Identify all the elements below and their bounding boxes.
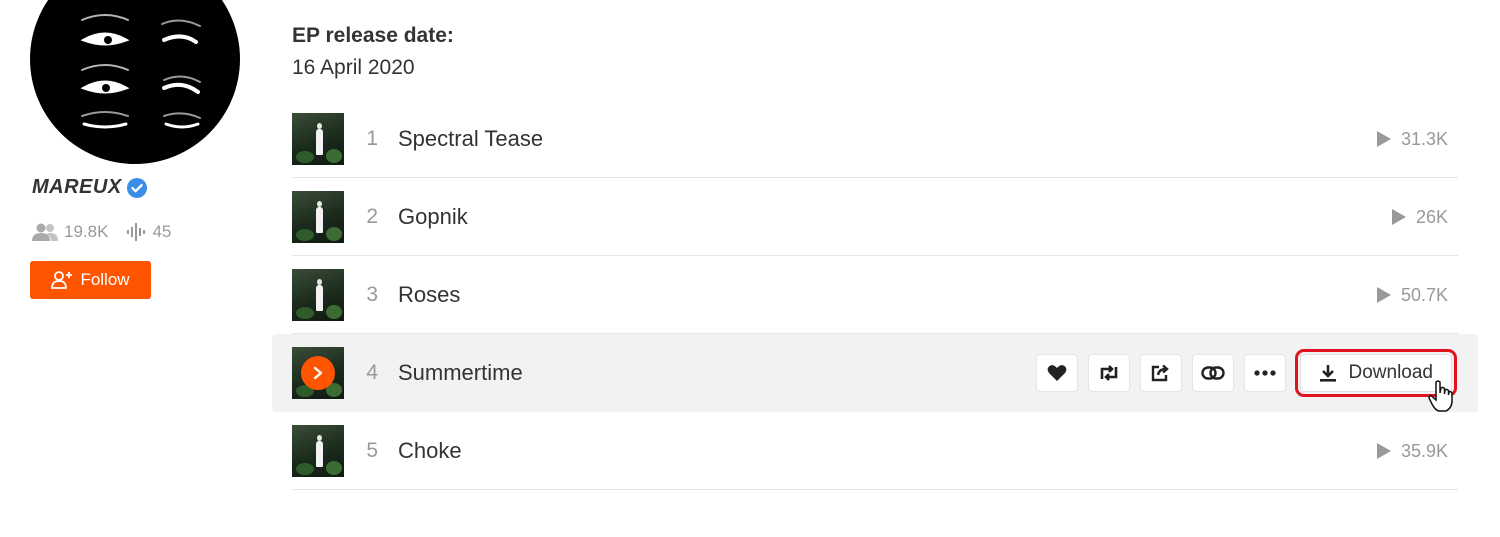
artist-name[interactable]: MAREUX [32, 176, 147, 199]
track-row[interactable]: 1 Spectral Tease 31.3K [272, 100, 1478, 178]
track-title[interactable]: Summertime [398, 360, 1036, 386]
track-row[interactable]: 3 Roses 50.7K [272, 256, 1478, 334]
play-count: 50.7K [1376, 284, 1448, 306]
add-user-icon [51, 271, 73, 289]
play-icon [1376, 443, 1391, 459]
copy-link-button[interactable] [1191, 354, 1234, 392]
track-artwork[interactable] [292, 269, 344, 321]
release-date-value: 16 April 2020 [292, 56, 415, 79]
track-number: 4 [366, 361, 378, 384]
track-row-hovered[interactable]: 4 Summertime Download [272, 334, 1478, 412]
more-button[interactable] [1243, 354, 1286, 392]
verified-badge-icon [126, 177, 147, 198]
track-number: 2 [366, 205, 378, 228]
play-count: 31.3K [1376, 128, 1448, 150]
repost-icon [1100, 365, 1117, 381]
sound-wave-icon [127, 223, 146, 241]
release-date-label: EP release date: [292, 24, 454, 47]
track-artwork[interactable] [292, 191, 344, 243]
track-actions: Download [1035, 349, 1457, 397]
play-icon [1391, 209, 1406, 225]
play-count-value: 50.7K [1400, 284, 1448, 305]
follow-label: Follow [80, 270, 130, 289]
more-icon [1253, 370, 1276, 376]
track-artwork[interactable] [292, 113, 344, 165]
like-button[interactable] [1035, 354, 1078, 392]
play-count: 26K [1391, 206, 1448, 228]
track-title[interactable]: Choke [398, 438, 1377, 464]
track-artwork[interactable] [292, 425, 344, 477]
followers-stat[interactable]: 19.8K [32, 222, 108, 242]
repost-button[interactable] [1087, 354, 1130, 392]
hand-cursor-icon [1428, 380, 1453, 412]
track-artwork[interactable] [292, 347, 344, 399]
track-title[interactable]: Roses [398, 282, 1377, 308]
download-label: Download [1348, 362, 1434, 383]
download-icon [1319, 365, 1336, 382]
track-title[interactable]: Gopnik [398, 204, 1392, 230]
artist-stats: 19.8K 45 [32, 222, 189, 242]
share-button[interactable] [1139, 354, 1182, 392]
heart-icon [1047, 365, 1066, 381]
play-icon [1376, 131, 1391, 147]
artist-name-label[interactable]: MAREUX [32, 176, 122, 199]
play-count-value: 35.9K [1400, 440, 1448, 461]
track-number: 5 [366, 439, 378, 462]
play-count: 35.9K [1376, 440, 1448, 462]
share-icon [1151, 364, 1169, 382]
avatar-eyes-artwork [80, 14, 201, 129]
tracks-stat[interactable]: 45 [126, 222, 171, 242]
track-list: 1 Spectral Tease 31.3K 2 Gopnik 26K 3 Ro… [272, 100, 1478, 490]
play-count-value: 26K [1415, 206, 1448, 227]
play-button[interactable] [301, 356, 335, 390]
followers-icon [32, 223, 58, 241]
track-number: 1 [366, 127, 378, 150]
track-title[interactable]: Spectral Tease [398, 126, 1377, 152]
play-icon [1376, 287, 1391, 303]
followers-count: 19.8K [64, 222, 109, 241]
link-icon [1200, 366, 1225, 380]
artist-avatar[interactable] [30, 0, 240, 164]
track-number: 3 [366, 283, 378, 306]
track-row[interactable]: 2 Gopnik 26K [272, 178, 1478, 256]
play-count-value: 31.3K [1400, 128, 1448, 149]
track-row[interactable]: 5 Choke 35.9K [272, 412, 1478, 490]
tracks-count: 45 [152, 222, 172, 241]
play-icon [313, 366, 323, 380]
follow-button[interactable]: Follow [30, 261, 151, 299]
